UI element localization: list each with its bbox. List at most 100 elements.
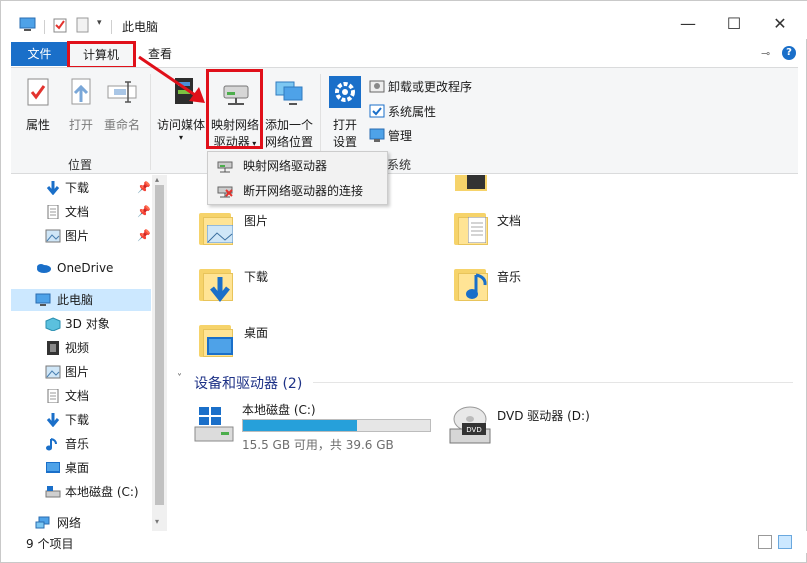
properties-button[interactable]: 属性 <box>21 76 55 134</box>
properties-quick-icon[interactable] <box>53 17 67 33</box>
devices-section-header[interactable]: 设备和驱动器 (2) <box>194 373 302 393</box>
folder-documents-icon[interactable] <box>452 209 490 247</box>
folder-label: 图片 <box>244 214 269 228</box>
status-bar: 9 个项目 <box>1 531 807 553</box>
navigation-pane: 下载 📌 文档 📌 图片 📌 OneDrive 此电脑 3D 对象 视频 图片 … <box>11 175 167 531</box>
map-drive-dropdown-menu: 映射网络驱动器 断开网络驱动器的连接 <box>207 151 388 205</box>
video-folder-icon[interactable] <box>453 175 489 191</box>
properties-icon <box>27 78 49 106</box>
uninstall-icon <box>369 80 385 93</box>
uninstall-program-button[interactable]: 卸载或更改程序 <box>369 77 472 97</box>
system-properties-button[interactable]: 系统属性 <box>369 102 436 122</box>
menu-item-map-network-drive[interactable]: 映射网络驱动器 <box>209 154 387 178</box>
download-arrow-icon <box>46 413 60 427</box>
system-group-label: 系统 <box>387 158 412 172</box>
details-view-button[interactable] <box>758 535 772 549</box>
maximize-button[interactable]: ☐ <box>711 9 757 39</box>
document-icon <box>47 389 59 403</box>
folder-label: 文档 <box>497 214 522 228</box>
red-arrow-annotation <box>138 55 205 103</box>
chevron-down-icon: ▾ <box>178 133 183 142</box>
tab-file[interactable]: 文件 <box>11 42 68 66</box>
help-icon[interactable]: ? <box>782 46 796 60</box>
manage-button[interactable]: 管理 <box>369 126 412 146</box>
open-settings-button[interactable]: 打开 设置 <box>327 76 363 151</box>
gear-icon <box>329 76 361 108</box>
ribbon-panel: 属性 打开 重命名 位置 访问媒体 ▾ 映射网络 驱动器 ▾ 添加一个 网络位置… <box>11 67 798 174</box>
folder-downloads-icon[interactable] <box>197 265 235 303</box>
folder-music-icon[interactable] <box>452 265 490 303</box>
open-icon <box>71 78 91 105</box>
highlight-box-map-drive <box>206 69 263 149</box>
cube-icon <box>45 317 61 331</box>
nav-music[interactable]: 音乐 <box>11 433 151 455</box>
nav-3d-objects[interactable]: 3D 对象 <box>11 313 151 335</box>
disconnect-drive-icon <box>217 186 233 198</box>
window-title: 此电脑 <box>122 20 159 34</box>
cloud-icon <box>37 264 51 273</box>
title-bar: ▾ 此电脑 — ☐ ✕ <box>1 1 807 39</box>
nav-downloads[interactable]: 下载 <box>11 409 151 431</box>
minimize-button[interactable]: — <box>665 9 711 39</box>
nav-onedrive[interactable]: OneDrive <box>11 257 151 279</box>
picture-icon <box>45 365 61 379</box>
hard-drive-icon <box>45 486 61 498</box>
pin-icon[interactable]: 📌 <box>137 201 151 223</box>
location-group-label: 位置 <box>68 158 93 172</box>
item-count: 9 个项目 <box>26 537 74 551</box>
folder-desktop-icon[interactable] <box>197 321 235 359</box>
download-arrow-icon <box>46 181 60 195</box>
drive-c-usage-bar <box>242 419 431 432</box>
collapse-chevron-icon[interactable]: ˅ <box>177 373 182 384</box>
large-icons-view-button[interactable] <box>778 535 792 549</box>
network-icon <box>35 516 50 529</box>
open-button[interactable]: 打开 <box>65 76 97 134</box>
drive-c-usage-fill <box>243 420 358 431</box>
folder-pictures-icon[interactable] <box>197 209 235 247</box>
menu-item-disconnect-network-drive[interactable]: 断开网络驱动器的连接 <box>209 179 387 203</box>
new-folder-quick-icon[interactable] <box>76 17 89 33</box>
nav-documents[interactable]: 文档 <box>11 385 151 407</box>
pin-icon[interactable]: 📌 <box>137 177 151 199</box>
scrollbar-thumb[interactable] <box>155 185 164 505</box>
pin-icon[interactable]: 📌 <box>137 225 151 247</box>
add-network-location-button[interactable]: 添加一个 网络位置 <box>263 76 315 151</box>
nav-local-disk-c[interactable]: 本地磁盘 (C:) <box>11 481 151 503</box>
folder-label: 下载 <box>244 270 269 284</box>
picture-icon <box>45 229 61 243</box>
section-divider <box>313 382 793 383</box>
close-button[interactable]: ✕ <box>757 9 803 39</box>
scroll-up-icon[interactable]: ▴ <box>155 175 159 184</box>
drive-d-label: DVD 驱动器 (D:) <box>497 409 590 423</box>
nav-videos[interactable]: 视频 <box>11 337 151 359</box>
highlight-box-computer-tab <box>67 41 136 69</box>
nav-desktop[interactable]: 桌面 <box>11 457 151 479</box>
video-icon <box>47 341 59 355</box>
separator <box>44 20 45 34</box>
separator <box>111 20 112 34</box>
folder-label: 桌面 <box>244 326 269 340</box>
drive-c-usage-text: 15.5 GB 可用，共 39.6 GB <box>242 438 394 452</box>
document-icon <box>47 205 59 219</box>
nav-pictures[interactable]: 图片 <box>11 361 151 383</box>
network-location-icon <box>275 81 303 105</box>
desktop-icon <box>46 462 60 473</box>
nav-quick-downloads[interactable]: 下载 📌 <box>11 177 151 199</box>
file-explorer-window: ▾ 此电脑 — ☐ ✕ 文件 计算机 查看 ⊸ ? 属性 打开 重命名 位置 访… <box>0 0 807 563</box>
nav-scrollbar[interactable]: ▴ ▾ <box>152 175 167 531</box>
svg-text:DVD: DVD <box>466 426 481 434</box>
pin-ribbon-icon[interactable]: ⊸ <box>761 47 777 60</box>
local-disk-icon[interactable] <box>193 403 235 445</box>
customize-quick-access-icon[interactable]: ▾ <box>97 18 102 28</box>
music-note-icon <box>46 438 57 451</box>
network-drive-icon <box>217 161 233 173</box>
dvd-drive-icon[interactable]: DVD <box>448 403 492 445</box>
computer-icon <box>19 17 36 31</box>
nav-quick-documents[interactable]: 文档 📌 <box>11 201 151 223</box>
nav-quick-pictures[interactable]: 图片 📌 <box>11 225 151 247</box>
folder-label: 音乐 <box>497 270 522 284</box>
computer-icon <box>35 293 51 306</box>
nav-this-pc[interactable]: 此电脑 <box>11 289 151 311</box>
manage-icon <box>369 128 385 142</box>
scroll-down-icon[interactable]: ▾ <box>155 517 159 526</box>
